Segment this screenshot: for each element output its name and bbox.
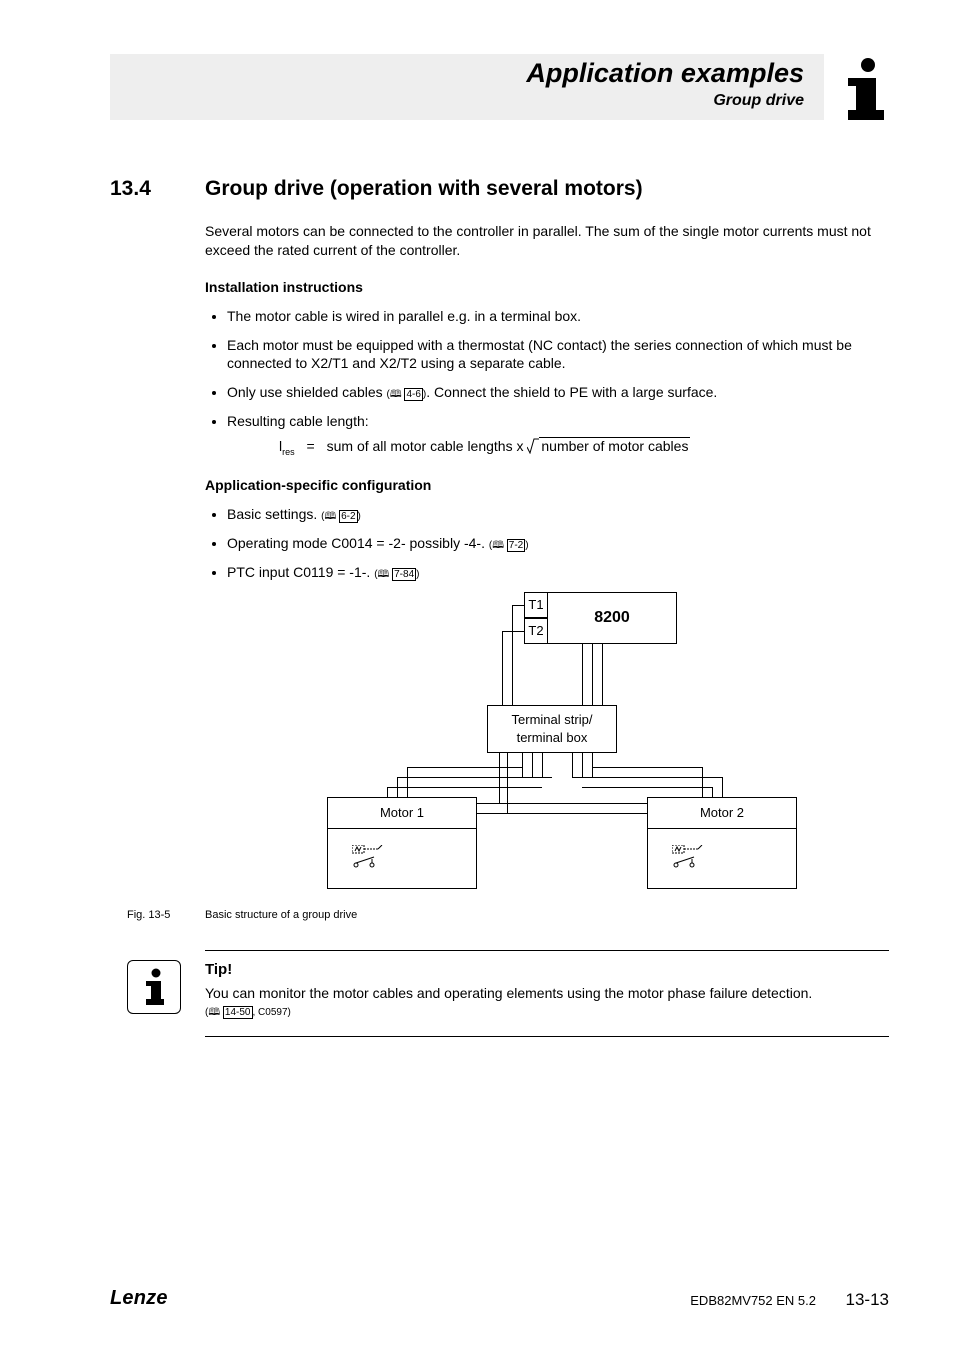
- tip-block: Tip! You can monitor the motor cables an…: [205, 950, 889, 1037]
- section-number: 13.4: [110, 177, 151, 201]
- page-ref[interactable]: 4-6: [404, 388, 422, 401]
- formula-eq: =: [307, 438, 315, 454]
- page: Application examples Group drive 13.4 Gr…: [0, 0, 954, 1350]
- t2-box: T2: [524, 618, 548, 644]
- book-icon: 🕮: [492, 540, 504, 551]
- ref-prefix: (🕮: [387, 389, 405, 400]
- book-icon: 🕮: [390, 389, 402, 400]
- formula-text: sum of all motor cable lengths x: [327, 438, 528, 454]
- motor1-box: Motor 1: [327, 797, 477, 829]
- page-ref[interactable]: 7-84: [392, 568, 416, 581]
- terminal-box: Terminal strip/ terminal box: [487, 705, 617, 753]
- figure-number: Fig. 13-5: [127, 909, 170, 921]
- figure-diagram: 8200 T1 T2 Terminal strip/ terminal box: [267, 592, 827, 912]
- controller-box: 8200: [547, 592, 677, 644]
- install-item-4: Resulting cable length: lres = sum of al…: [227, 412, 889, 458]
- header-title: Application examples: [526, 58, 804, 89]
- header-subtitle: Group drive: [713, 92, 804, 110]
- motor2-thermo-box: [647, 829, 797, 889]
- tip-title: Tip!: [205, 961, 889, 978]
- motor2-box: Motor 2: [647, 797, 797, 829]
- install-item-3a: Only use shielded cables: [227, 384, 387, 400]
- thermostat-icon: [672, 845, 712, 874]
- thermostat-icon: [352, 845, 392, 874]
- install-item-3b: . Connect the shield to PE with a large …: [426, 384, 717, 400]
- tip-ref: (🕮 14-50, C0597): [205, 1005, 889, 1022]
- appcfg-item-3: PTC input C0119 = -1-. (🕮 7-84): [227, 563, 889, 582]
- page-ref[interactable]: 7-2: [507, 539, 525, 552]
- tip-body: You can monitor the motor cables and ope…: [205, 984, 889, 1003]
- install-heading: Installation instructions: [205, 278, 889, 297]
- t1-box: T1: [524, 592, 548, 618]
- footer-doc: EDB82MV752 EN 5.2: [690, 1293, 816, 1308]
- book-icon: 🕮: [325, 511, 337, 522]
- formula-lhs: lres: [279, 438, 295, 454]
- tip-icon: [127, 960, 181, 1014]
- install-list: The motor cable is wired in parallel e.g…: [205, 307, 889, 458]
- install-item-3: Only use shielded cables (🕮 4-6). Connec…: [227, 383, 889, 402]
- book-icon: 🕮: [378, 569, 390, 580]
- appcfg-list: Basic settings. (🕮 6-2) Operating mode C…: [205, 505, 889, 582]
- info-icon: [834, 54, 889, 125]
- body: Several motors can be connected to the c…: [205, 222, 889, 918]
- motor1-thermo-box: [327, 829, 477, 889]
- sqrt: number of motor cables: [527, 437, 690, 456]
- book-icon: 🕮: [208, 1007, 220, 1018]
- formula: lres = sum of all motor cable lengths x …: [279, 437, 889, 458]
- figure-caption: Basic structure of a group drive: [205, 909, 357, 921]
- appcfg-item-2: Operating mode C0014 = -2- possibly -4-.…: [227, 534, 889, 553]
- footer-page: 13-13: [846, 1290, 889, 1310]
- page-ref[interactable]: 14-50: [223, 1006, 253, 1019]
- section-title: Group drive (operation with several moto…: [205, 177, 643, 201]
- install-item-1: The motor cable is wired in parallel e.g…: [227, 307, 889, 326]
- appcfg-item-1: Basic settings. (🕮 6-2): [227, 505, 889, 524]
- footer-logo: Lenze: [110, 1287, 168, 1310]
- page-ref[interactable]: 6-2: [339, 510, 357, 523]
- install-item-2: Each motor must be equipped with a therm…: [227, 336, 889, 374]
- appcfg-heading: Application-specific configuration: [205, 476, 889, 495]
- intro-paragraph: Several motors can be connected to the c…: [205, 222, 889, 260]
- radicand: number of motor cables: [539, 437, 690, 454]
